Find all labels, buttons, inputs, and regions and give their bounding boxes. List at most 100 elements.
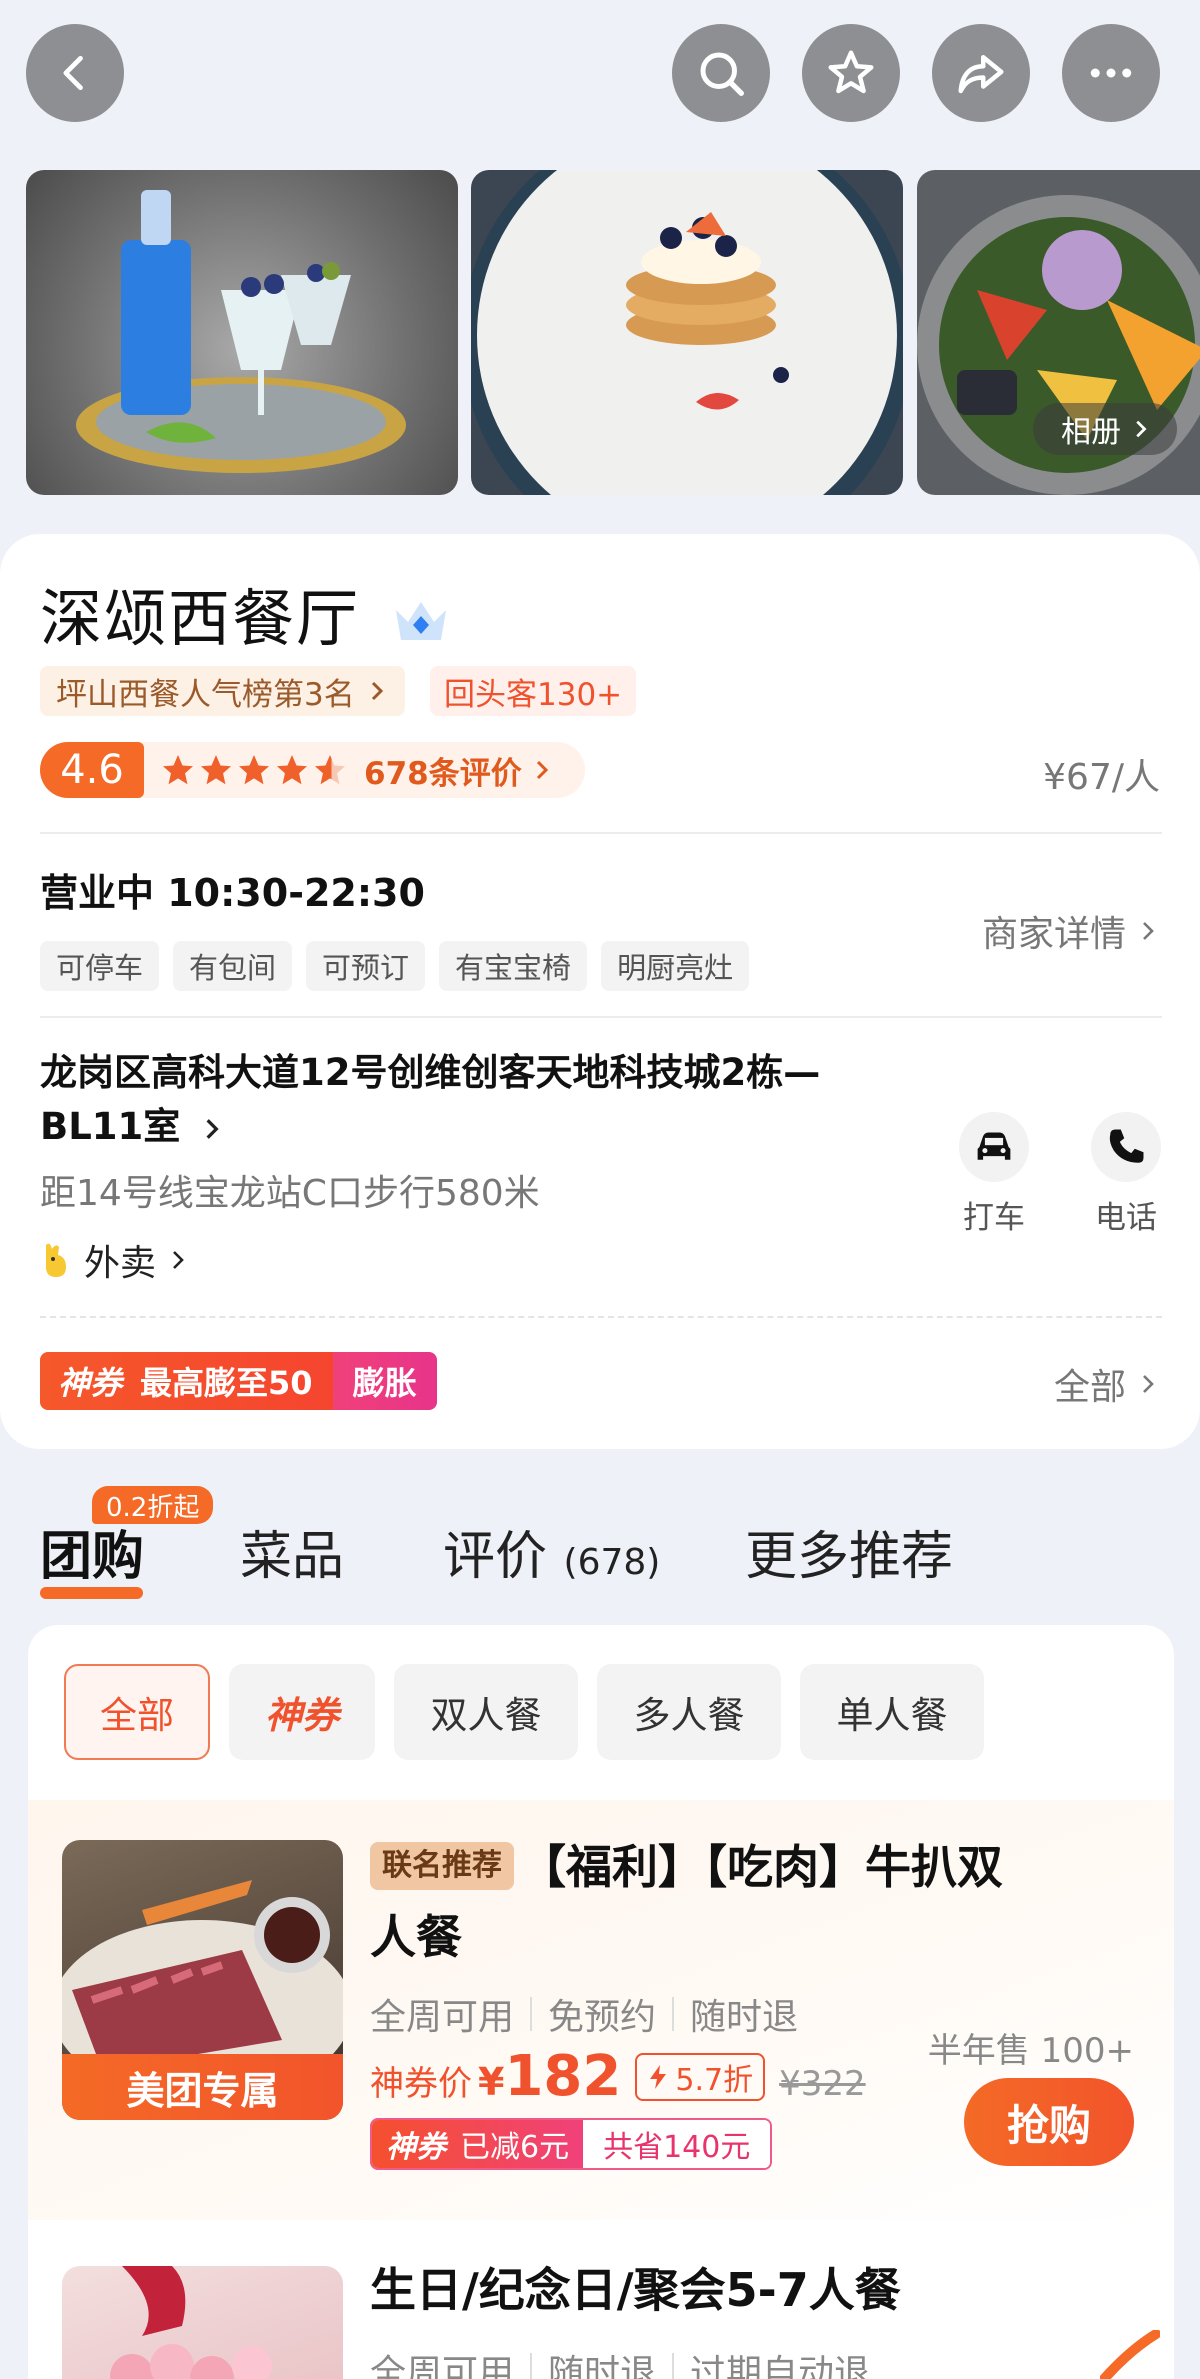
currency-symbol: ¥ [478,2060,505,2104]
meituan-exclusive-label: 美团专属 [62,2054,343,2120]
kangaroo-icon [46,1243,66,1277]
original-price: ¥322 [779,2064,866,2104]
deal-image: 美团专属 [62,1840,343,2120]
more-icon [1090,68,1132,78]
tab-group-buy[interactable]: 团购 [40,1514,144,1589]
active-tab-indicator [40,1587,143,1599]
buy-button[interactable]: 抢购 [964,2078,1134,2166]
merchant-detail-label: 商家详情 [981,914,1126,955]
share-icon [958,55,1004,94]
deal-tag: 随时退 [548,2353,657,2379]
total-saved: 共省140元 [583,2120,771,2168]
taxi-button[interactable]: 打车 [944,1112,1044,1237]
tab-more[interactable]: 更多推荐 [745,1514,953,1589]
coupon-badge: 神券 [386,2130,446,2165]
all-coupons-link[interactable]: 全部 [1054,1358,1160,1410]
sold-count: 半年售 100+ [927,2031,1134,2071]
divider [40,832,1162,834]
price-row: 神券价 ¥ 182 5.7折 ¥322 [370,2044,866,2109]
tab-reviews-label: 评价 [443,1527,548,1587]
star-full-icon [277,755,307,785]
tab-reviews-count: (678) [563,1542,661,1583]
takeout-link[interactable]: 外卖 [40,1234,190,1286]
star-rating [160,752,348,788]
tab-reviews[interactable]: 评价 (678) [443,1514,660,1589]
filter-all[interactable]: 全部 [64,1664,210,1760]
deal-image [62,2266,343,2379]
deal-tag: 免预约 [548,1997,657,2038]
lightning-icon [650,2064,667,2089]
coupon-text: 最高膨至50 [140,1364,313,1402]
drinks-photo[interactable] [26,170,458,495]
feature-tag: 可停车 [40,941,160,991]
taxi-label: 打车 [963,1200,1025,1236]
crown-icon [395,602,446,640]
star-icon [828,50,874,94]
open-hours: 营业中 10:30-22:30 [40,871,425,915]
savings-left: 神券 已减6元 [372,2120,584,2168]
return-customer-tag: 回头客130+ [430,666,637,716]
coupon-left: 神券 最高膨至50 [40,1352,333,1410]
deal-title[interactable]: 生日/纪念日/聚会5-7人餐 [370,2255,1010,2325]
deal-tags: 全周可用 随时退 过期自动退 [370,2344,870,2379]
address-link[interactable]: 龙岗区高科大道12号创维创客天地科技城2栋—BL11室 [40,1046,870,1154]
deal-tag: 随时退 [690,1997,799,2038]
shop-name-row: 深颂西餐厅 [40,568,450,658]
deal-tags: 全周可用 免预约 随时退 [370,1988,798,2040]
coupon-badge: 神券 [58,1364,123,1402]
savings-pill: 神券 已减6元 共省140元 [370,2118,773,2170]
phone-button[interactable]: 电话 [1076,1112,1176,1237]
filter-god-coupon[interactable]: 神券 [229,1664,375,1760]
star-half-icon [315,755,345,785]
more-button[interactable] [1062,24,1160,122]
chevron-right-icon [371,681,383,701]
feature-tags: 可停车 有包间 可预订 有宝宝椅 明厨亮灶 [40,941,750,991]
chevron-right-icon [1143,1375,1154,1393]
filter-multi-person[interactable]: 多人餐 [597,1664,781,1760]
coupon-expand: 膨胀 [332,1352,437,1410]
chevron-right-icon [206,1119,219,1139]
dessert-photo[interactable] [471,170,903,495]
favorite-button[interactable] [802,24,900,122]
divider [40,1016,1162,1018]
deal-tag: 全周可用 [370,2353,515,2379]
star-full-icon [163,755,193,785]
distance-info: 距14号线宝龙站C口步行580米 [40,1173,540,1214]
dashed-divider [40,1316,1162,1318]
chevron-right-icon [173,1251,184,1269]
search-button[interactable] [672,24,770,122]
deal-price: 182 [504,2044,622,2109]
share-button[interactable] [932,24,1030,122]
chevron-right-icon [536,760,548,780]
discount-text: 5.7折 [675,2062,754,2098]
back-button[interactable] [26,24,124,122]
rating-bar[interactable]: 4.6 678条评价 [40,742,585,798]
decoration-swoosh-icon [1100,2330,1160,2379]
coupon-banner[interactable]: 神券 最高膨至50 膨胀 [40,1352,437,1410]
tab-dishes[interactable]: 菜品 [240,1514,344,1589]
return-customer-label: 回头客130+ [444,676,623,713]
filter-single-person[interactable]: 单人餐 [800,1664,984,1760]
merchant-detail-link[interactable]: 商家详情 [982,905,1160,957]
rating-score: 4.6 [40,742,144,798]
deal-tag: 过期自动退 [690,2353,871,2379]
deal-tag: 全周可用 [370,1997,515,2038]
album-button[interactable]: 相册 [1033,403,1177,455]
search-icon [700,52,744,96]
feature-tag: 有包间 [173,941,293,991]
ranking-tag[interactable]: 坪山西餐人气榜第3名 [40,666,405,716]
star-full-icon [201,755,231,785]
salad-photo[interactable]: 相册 [917,170,1200,495]
feature-tag: 明厨亮灶 [601,941,750,991]
album-label: 相册 [1061,415,1121,450]
takeout-label: 外卖 [84,1243,157,1284]
feature-tag: 有宝宝椅 [439,941,588,991]
filter-two-person[interactable]: 双人餐 [394,1664,578,1760]
all-coupons-label: 全部 [1053,1367,1126,1408]
deal-title[interactable]: 联名推荐 【福利】【吃肉】牛扒双人餐 [370,1832,1010,1972]
feature-tag: 可预订 [306,941,426,991]
coupon-reduced: 已减6元 [460,2130,570,2165]
ranking-label: 坪山西餐人气榜第3名 [56,676,355,713]
chevron-right-icon [1143,922,1154,940]
phone-icon [1091,1112,1161,1182]
